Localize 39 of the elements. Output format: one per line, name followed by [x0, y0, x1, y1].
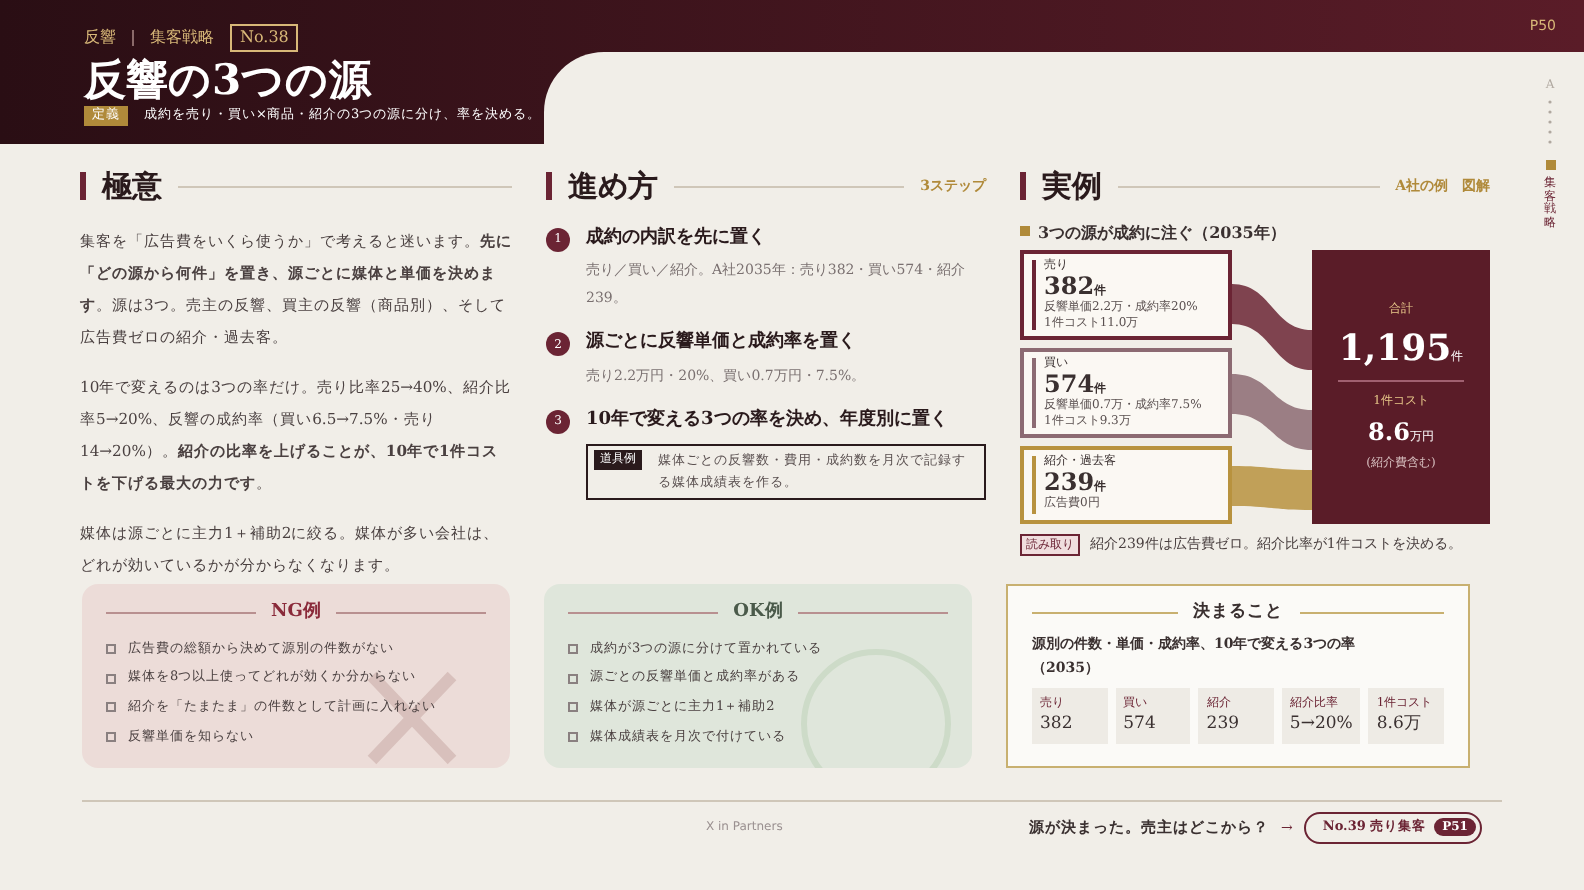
cross-mark-icon: [364, 668, 460, 768]
total-count: 1,195: [1338, 326, 1452, 374]
checkbox-icon: [568, 673, 578, 684]
metric-value: 239: [1206, 711, 1242, 737]
checkbox-icon: [106, 732, 116, 743]
checkbox-icon: [106, 643, 116, 654]
step-title: 10年で変える3つの率を決め、年度別に置く: [586, 407, 948, 433]
source-count: 382: [1044, 273, 1095, 297]
circle-mark-icon: [796, 644, 956, 768]
card-title: NG例: [271, 600, 321, 626]
chart-subtitle: 3つの源が成約に注ぐ（2035年）: [1038, 219, 1286, 243]
square-bullet-icon: [1020, 226, 1030, 236]
card-title: OK例: [733, 600, 783, 626]
source-count: 574: [1044, 371, 1095, 395]
step-title: 源ごとに反響単価と成約率を置く: [586, 330, 858, 356]
checkbox-icon: [568, 702, 578, 713]
section-heading: 極意: [102, 166, 162, 208]
source-count: 239: [1044, 469, 1095, 493]
cost-value: 8.6: [1368, 416, 1410, 450]
breadcrumb: 反響: [84, 26, 116, 50]
section-heading: 進め方: [568, 166, 658, 208]
side-marker-icon: [1545, 160, 1555, 170]
step-title: 成約の内訳を先に置く: [586, 225, 768, 251]
number-badge: No.38: [230, 24, 299, 52]
section-heading: 実例: [1042, 166, 1102, 208]
checkbox-icon: [568, 732, 578, 743]
checkbox-icon: [106, 702, 116, 713]
metric-value: 5→20%: [1289, 711, 1353, 737]
card-title: 決まること: [1193, 600, 1283, 626]
metric-value: 574: [1123, 711, 1158, 737]
heading-bar: [546, 172, 552, 201]
breadcrumb: 集客戦略: [150, 26, 214, 50]
checkbox-icon: [106, 673, 116, 684]
heading-bar: [80, 172, 86, 201]
page-title: 反響の3つの源: [84, 58, 374, 100]
metric-value: 382: [1040, 711, 1075, 737]
metric-value: 8.6万: [1376, 711, 1424, 737]
checkbox-icon: [568, 643, 578, 654]
heading-bar: [1020, 172, 1026, 201]
